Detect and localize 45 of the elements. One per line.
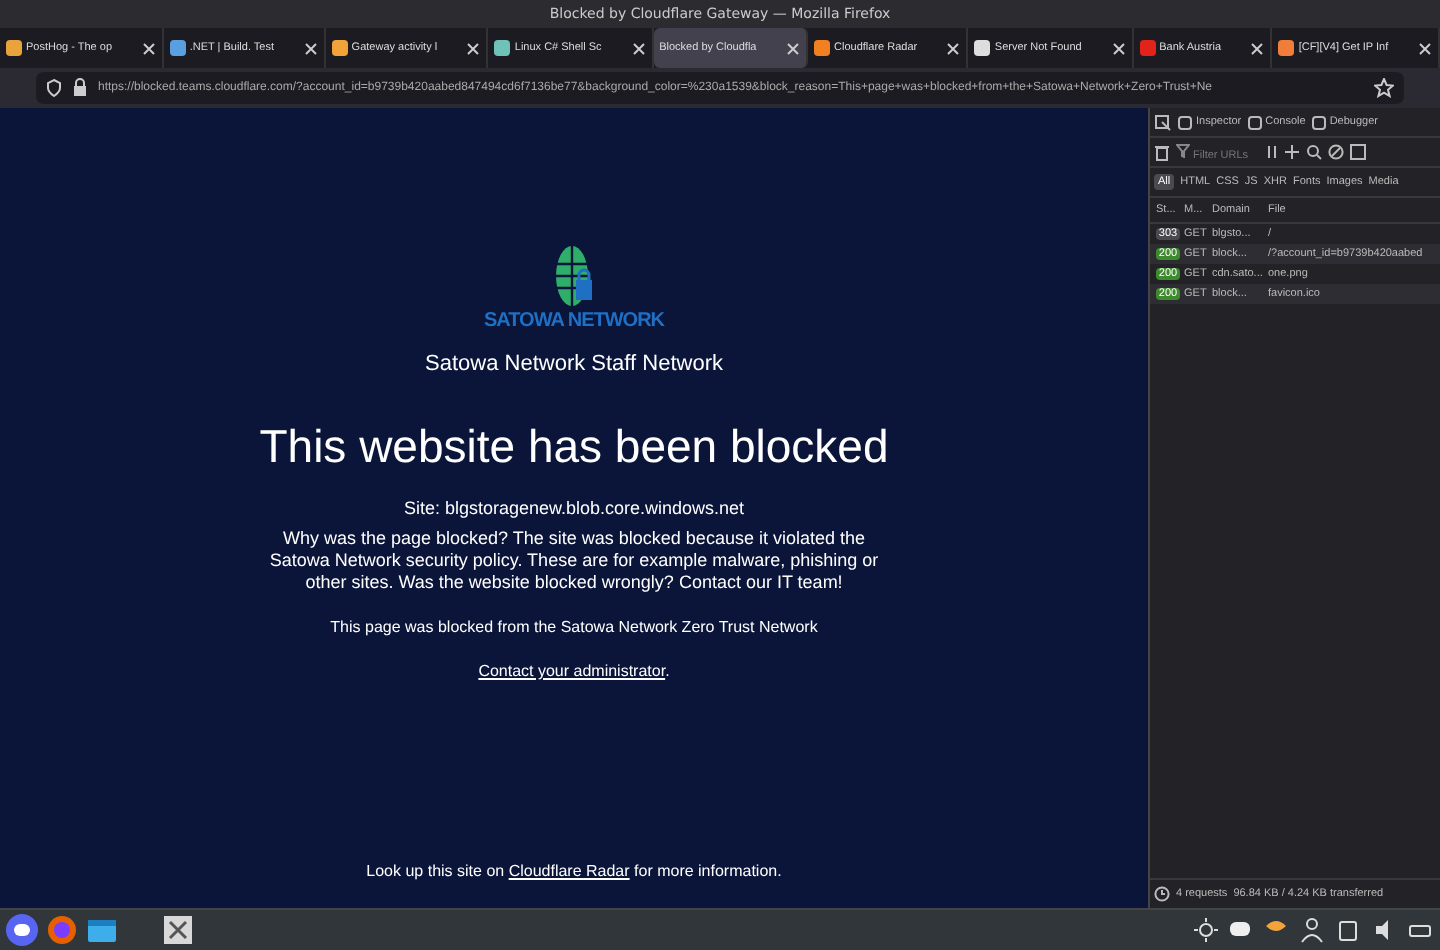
contact-link[interactable]: Contact your administrator [478, 662, 666, 680]
close-icon[interactable] [946, 41, 961, 55]
site-icon [331, 40, 348, 56]
browser-icon[interactable] [46, 914, 78, 946]
block-icon[interactable] [1328, 144, 1344, 160]
trash-icon[interactable] [1154, 143, 1170, 161]
close-icon[interactable] [1111, 41, 1126, 55]
site-icon [169, 40, 186, 56]
blocked-site: Site: blgstoragenew.blob.core.windows.net [403, 498, 745, 518]
contact-text: Contact your administrator. [478, 662, 670, 680]
globe-lock-logo [554, 244, 594, 308]
lookup-text: Look up this site on Cloudflare Radar for more information. [366, 862, 782, 880]
search-icon[interactable] [1306, 144, 1322, 160]
site-icon [1278, 40, 1295, 56]
plus-icon[interactable] [1284, 144, 1300, 160]
site-icon [6, 40, 22, 56]
funnel-icon [1176, 143, 1190, 157]
close-icon[interactable] [786, 41, 801, 55]
checkbox-icon[interactable] [1350, 144, 1366, 160]
site-icon [1139, 40, 1156, 56]
shield-icon[interactable] [46, 78, 62, 98]
user-icon[interactable] [1298, 914, 1326, 946]
pause-icon[interactable] [1266, 144, 1278, 160]
timer-icon[interactable] [1154, 886, 1170, 902]
page-heading: This website has been blocked [259, 420, 889, 474]
bookmark-star-icon[interactable] [1374, 78, 1394, 98]
close-icon[interactable] [631, 41, 646, 55]
radar-link[interactable]: Cloudflare Radar [508, 862, 630, 880]
site-icon [494, 40, 511, 56]
blocked-from-text: This page was blocked from the Satowa Network Zero Trust Network [330, 618, 818, 636]
logo-text: SATOWA NETWORK [483, 310, 665, 332]
site-icon [974, 40, 991, 56]
app-window-icon[interactable] [162, 914, 194, 946]
pick-element-icon[interactable] [1154, 113, 1172, 131]
network-name: Satowa Network Staff Network [425, 352, 723, 376]
close-icon[interactable] [303, 41, 318, 55]
close-icon[interactable] [1417, 41, 1432, 55]
close-icon[interactable] [141, 41, 156, 55]
close-icon[interactable] [466, 41, 481, 55]
block-reason: Why was the page blocked? The site was blocked because it violated the Satowa Network security policy. These are for example malware, phishing or other sites. Was the website blocked wrongly? Contact our IT team! [267, 528, 881, 594]
lock-icon[interactable] [72, 78, 88, 98]
file-manager-icon[interactable] [86, 914, 118, 946]
chat-app-icon[interactable] [6, 914, 38, 946]
close-icon[interactable] [1250, 41, 1265, 55]
site-icon [814, 40, 831, 56]
